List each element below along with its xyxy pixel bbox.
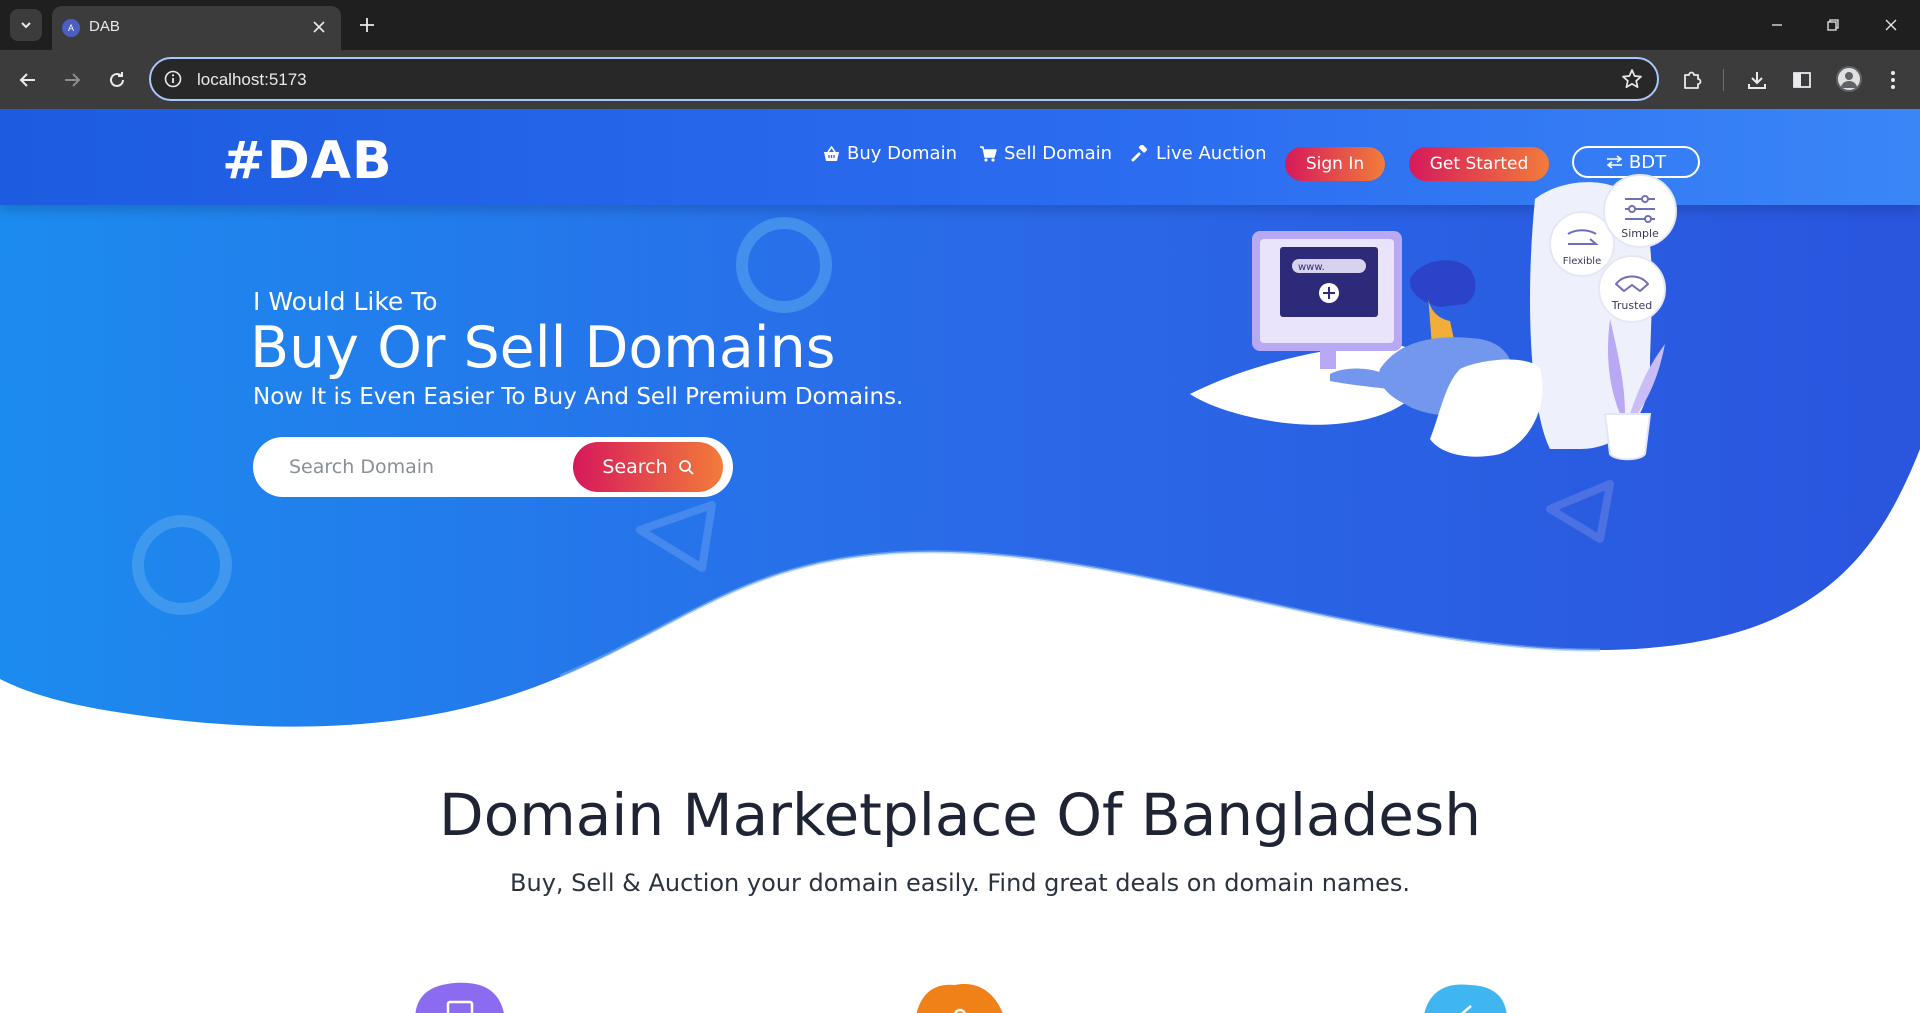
minimize-icon — [1772, 24, 1782, 26]
downloads-button[interactable] — [1743, 66, 1771, 94]
search-button-label: Search — [602, 456, 668, 478]
tab-favicon-icon: A — [62, 19, 80, 37]
hero-kicker: I Would Like To — [253, 287, 438, 316]
nav-live-auction[interactable]: Live Auction — [1131, 143, 1267, 164]
site-logo[interactable]: #DAB — [222, 131, 393, 191]
profile-avatar[interactable] — [1836, 66, 1862, 92]
nav-sell-label: Sell Domain — [1004, 143, 1113, 164]
browser-menu-button[interactable] — [1879, 66, 1907, 94]
download-icon — [1748, 72, 1766, 89]
tab-title: DAB — [89, 18, 120, 35]
search-icon — [678, 460, 694, 475]
domain-search-form: Search — [253, 437, 733, 497]
new-tab-button[interactable] — [354, 12, 380, 38]
side-panel-button[interactable] — [1788, 66, 1816, 94]
reload-button[interactable] — [103, 66, 131, 94]
hero-illustration: www. Flexible Simple Trusted — [1190, 174, 1677, 461]
search-button[interactable]: Search — [573, 442, 723, 492]
cart-icon — [980, 145, 997, 162]
tab-search-button[interactable] — [10, 9, 42, 41]
nav-sell-domain[interactable]: Sell Domain — [979, 143, 1112, 164]
side-panel-icon — [1793, 72, 1811, 88]
plus-icon — [360, 18, 374, 32]
hero-subtitle: Now It is Even Easier To Buy And Sell Pr… — [253, 384, 904, 410]
arrow-right-icon — [65, 73, 81, 87]
star-bookmark-icon[interactable] — [1621, 68, 1643, 90]
monitor-url-text: www. — [1298, 262, 1325, 273]
hero-title: Buy Or Sell Domains — [250, 315, 836, 381]
search-domain-input[interactable] — [289, 451, 559, 483]
nav-buy-domain[interactable]: Buy Domain — [823, 143, 957, 164]
feature-blob-cyan — [1424, 984, 1507, 1013]
feature-blob-orange — [916, 984, 1003, 1013]
toolbar-divider — [1723, 69, 1724, 91]
forward-button[interactable] — [58, 66, 86, 94]
window-close-button[interactable] — [1876, 10, 1906, 40]
site-info-icon[interactable] — [163, 69, 183, 89]
extensions-button[interactable] — [1678, 66, 1706, 94]
page-viewport: #DAB Buy Domain Sell Domain Live Auction… — [0, 109, 1920, 1013]
more-vertical-icon — [1891, 71, 1895, 89]
browser-toolbar: localhost:5173 — [0, 50, 1920, 109]
marketplace-subtitle: Buy, Sell & Auction your domain easily. … — [510, 869, 1410, 897]
back-button[interactable] — [14, 66, 42, 94]
swap-arrows-icon — [1606, 155, 1623, 169]
browser-tab-bar: A DAB — [0, 0, 1920, 50]
chevron-down-icon — [21, 22, 31, 29]
close-icon — [313, 21, 325, 33]
user-icon — [1841, 72, 1857, 88]
gavel-icon — [1131, 144, 1148, 161]
arrow-left-icon — [19, 73, 35, 87]
address-bar[interactable]: localhost:5173 — [149, 57, 1659, 101]
url-text: localhost:5173 — [197, 70, 307, 89]
nav-auction-label: Live Auction — [1156, 143, 1267, 164]
badge-flexible: Flexible — [1563, 256, 1601, 267]
puzzle-icon — [1684, 71, 1702, 89]
browser-tab-active[interactable]: A DAB — [52, 6, 341, 50]
restore-icon — [1827, 19, 1839, 31]
badge-trusted: Trusted — [1611, 299, 1652, 312]
feature-blob-purple — [415, 982, 504, 1013]
marketplace-title: Domain Marketplace Of Bangladesh — [439, 781, 1481, 849]
minimize-button[interactable] — [1762, 10, 1792, 40]
close-icon — [1885, 19, 1897, 31]
nav-buy-label: Buy Domain — [847, 143, 957, 164]
reload-icon — [110, 72, 124, 87]
tab-close-button[interactable] — [309, 17, 329, 37]
basket-icon — [824, 145, 839, 161]
restore-button[interactable] — [1818, 10, 1848, 40]
badge-simple: Simple — [1621, 227, 1659, 240]
